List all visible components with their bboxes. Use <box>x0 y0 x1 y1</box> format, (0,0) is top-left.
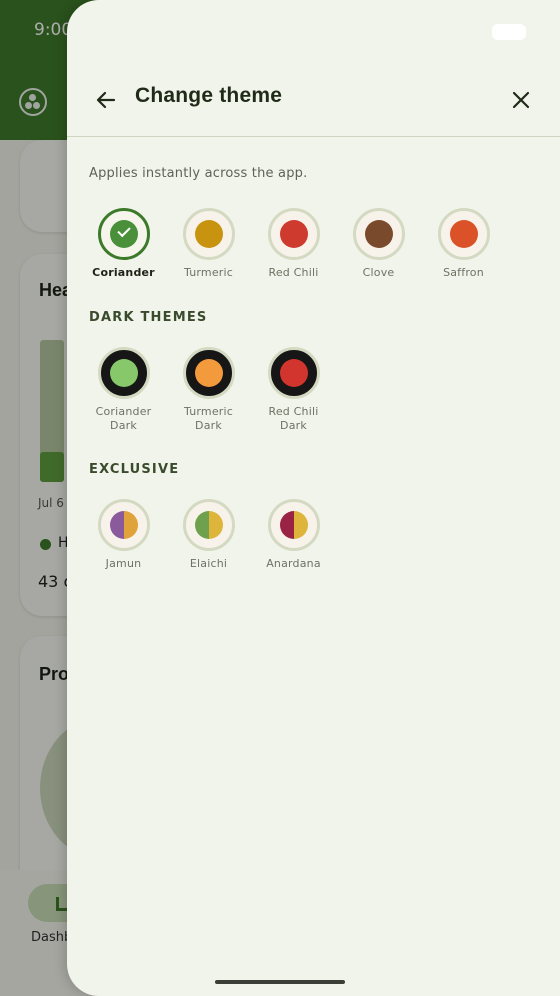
theme-swatch-anardana[interactable]: Anardana <box>251 499 336 571</box>
swatch-ring <box>182 347 235 399</box>
swatch-color <box>279 220 308 248</box>
swatch-label-line1: Coriander <box>95 405 152 418</box>
theme-swatch-red-chili[interactable]: Red Chili <box>251 208 336 280</box>
swatch-color <box>194 220 223 248</box>
swatch-color <box>449 220 478 248</box>
swatch-label-line1: Turmeric <box>183 405 234 418</box>
swatch-label: Coriander <box>92 266 155 279</box>
theme-sheet: Change theme Applies instantly across th… <box>67 0 560 996</box>
theme-swatch-coriander-dark[interactable]: Coriander Dark <box>81 347 166 433</box>
swatch-color-right <box>208 511 223 539</box>
theme-swatch-turmeric[interactable]: Turmeric <box>166 208 251 280</box>
swatch-color <box>194 511 223 539</box>
swatch-color-left <box>194 511 209 539</box>
swatch-ring <box>97 499 150 551</box>
swatch-label-line2: Dark <box>110 419 137 432</box>
swatch-color-left <box>109 511 124 539</box>
swatch-color-right <box>293 511 308 539</box>
swatch-color <box>109 359 138 387</box>
exclusive-theme-row: Jamun Elaichi Anardana <box>81 499 551 589</box>
sheet-header: Change theme <box>67 64 560 136</box>
theme-swatch-turmeric-dark[interactable]: Turmeric Dark <box>166 347 251 433</box>
swatch-label: Turmeric <box>183 266 234 279</box>
swatch-label: Turmeric Dark <box>166 405 251 433</box>
theme-swatch-jamun[interactable]: Jamun <box>81 499 166 571</box>
swatch-label: Saffron <box>443 266 484 279</box>
dark-themes-heading: DARK THEMES <box>89 310 208 325</box>
battery-icon <box>492 24 526 40</box>
theme-swatch-clove[interactable]: Clove <box>336 208 421 280</box>
swatch-label: Red Chili <box>268 266 319 279</box>
light-theme-row: Coriander Turmeric Red Chili Clove Saffr… <box>81 208 551 298</box>
swatch-label: Red Chili Dark <box>251 405 336 433</box>
home-indicator <box>215 980 345 984</box>
swatch-color <box>109 511 138 539</box>
swatch-ring <box>97 208 150 260</box>
swatch-color <box>194 359 223 387</box>
swatch-ring <box>267 208 320 260</box>
close-icon <box>512 91 530 109</box>
check-icon <box>116 223 131 238</box>
theme-swatch-coriander[interactable]: Coriander <box>81 208 166 280</box>
page-title: Change theme <box>135 84 283 107</box>
swatch-label: Clove <box>362 266 395 279</box>
back-button[interactable] <box>91 82 121 118</box>
theme-swatch-saffron[interactable]: Saffron <box>421 208 506 280</box>
swatch-color <box>279 359 308 387</box>
exclusive-heading: EXCLUSIVE <box>89 462 180 477</box>
swatch-ring <box>182 208 235 260</box>
swatch-color <box>364 220 393 248</box>
swatch-label: Anardana <box>266 557 321 570</box>
swatch-ring <box>267 499 320 551</box>
swatch-label: Jamun <box>105 557 142 570</box>
swatch-color <box>279 511 308 539</box>
swatch-label-line2: Dark <box>195 419 222 432</box>
swatch-ring <box>437 208 490 260</box>
arrow-left-icon <box>96 91 116 109</box>
close-button[interactable] <box>505 82 537 118</box>
swatch-label: Elaichi <box>189 557 228 570</box>
theme-swatch-elaichi[interactable]: Elaichi <box>166 499 251 571</box>
dark-theme-row: Coriander Dark Turmeric Dark Red Chili D… <box>81 347 551 437</box>
swatch-color-left <box>279 511 294 539</box>
swatch-label-line1: Red Chili <box>268 405 319 418</box>
theme-swatch-red-chili-dark[interactable]: Red Chili Dark <box>251 347 336 433</box>
swatch-ring <box>97 347 150 399</box>
swatch-color-right <box>123 511 138 539</box>
swatch-label-line2: Dark <box>280 419 307 432</box>
header-divider <box>67 136 560 137</box>
swatch-ring <box>267 347 320 399</box>
sheet-subtitle: Applies instantly across the app. <box>89 166 308 181</box>
swatch-label: Coriander Dark <box>81 405 166 433</box>
swatch-ring <box>182 499 235 551</box>
swatch-color <box>109 220 138 248</box>
swatch-ring <box>352 208 405 260</box>
